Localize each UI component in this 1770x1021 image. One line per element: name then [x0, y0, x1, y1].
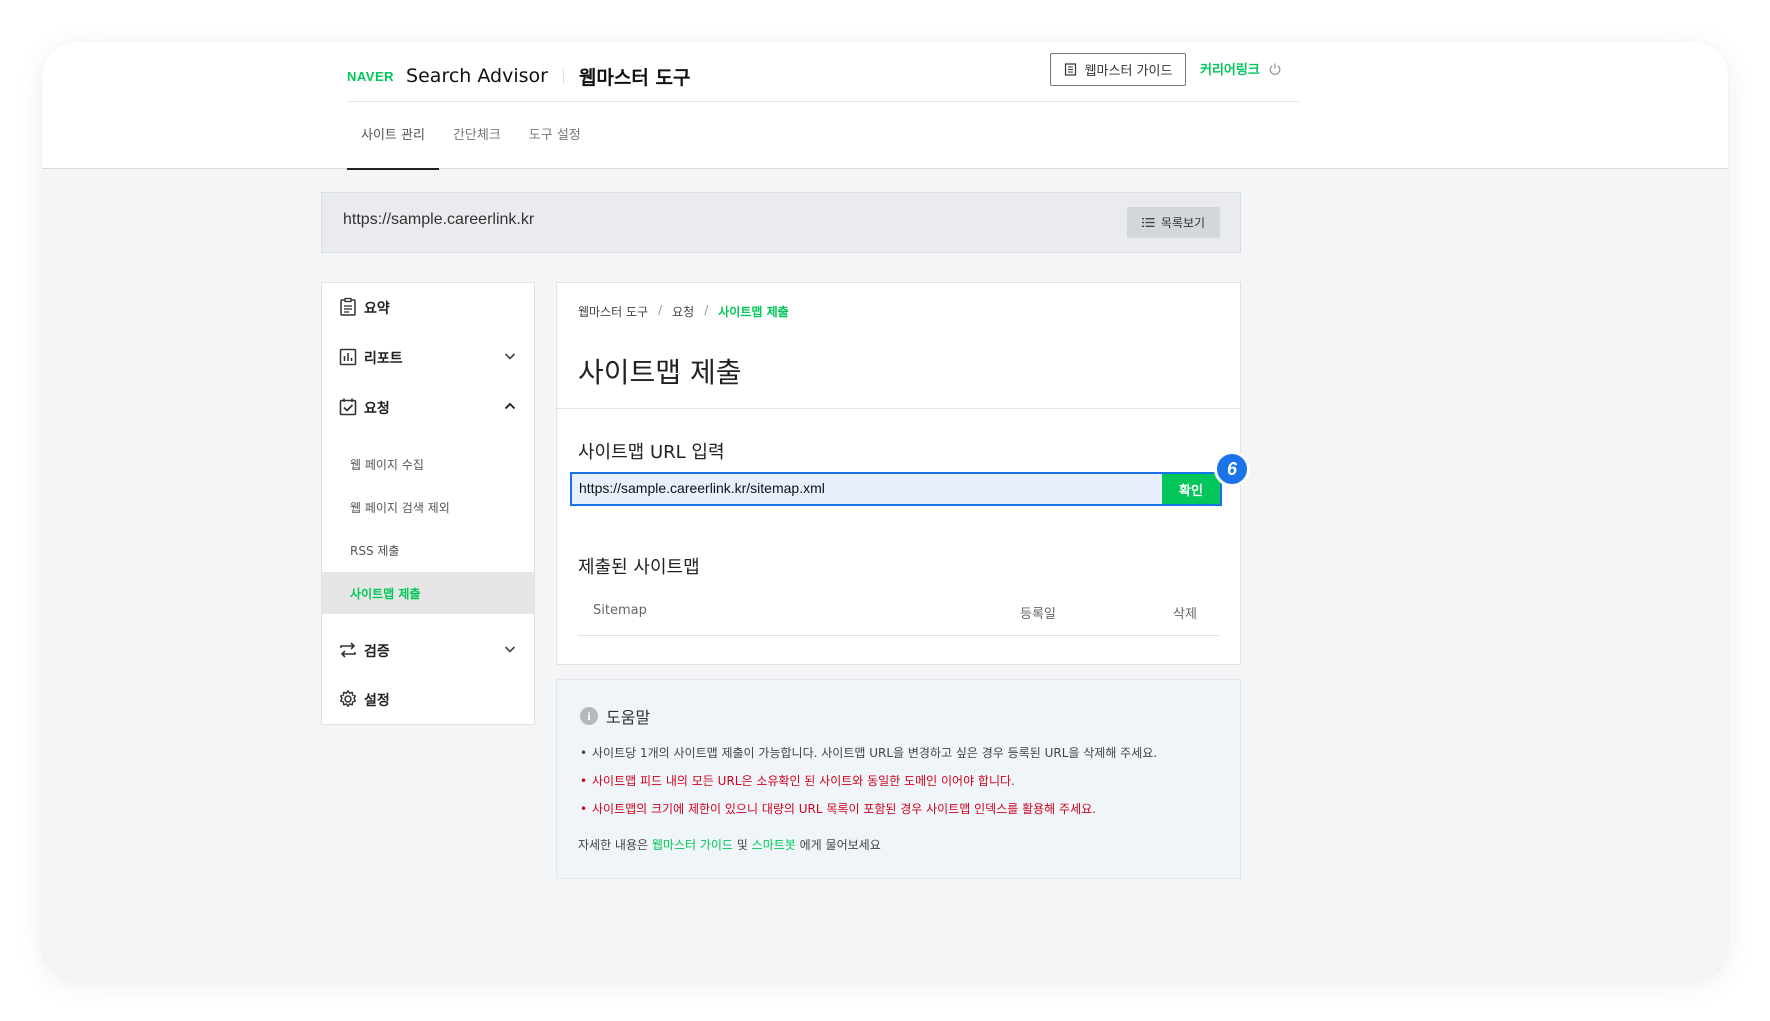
sidebar-item-label: 리포트	[364, 351, 403, 367]
sidebar-item-label: 요약	[364, 301, 390, 317]
help-title-label: 도움말	[606, 708, 651, 727]
sidebar-subitem-web-page-exclude[interactable]: 웹 페이지 검색 제외	[322, 486, 534, 528]
chevron-down-icon[interactable]	[502, 641, 518, 657]
help-panel: i 도움말 사이트당 1개의 사이트맵 제출이 가능합니다. 사이트맵 URL을…	[556, 679, 1241, 879]
help-item-warning: 사이트맵 피드 내의 모든 URL은 소유확인 된 사이트와 동일한 도메인 이…	[580, 771, 1157, 799]
confirm-button[interactable]: 확인	[1162, 474, 1220, 504]
sitemap-url-input[interactable]: https://sample.careerlink.kr/sitemap.xml…	[570, 472, 1222, 506]
column-header-sitemap: Sitemap	[593, 603, 647, 618]
top-navigation: NAVER Search Advisor 웹마스터 도구 웹마스터 가이드 커리…	[42, 42, 1728, 170]
tool-title: 웹마스터 도구	[578, 66, 691, 89]
sidebar-item-verify[interactable]: 검증	[322, 635, 534, 665]
list-button-label: 목록보기	[1160, 216, 1206, 230]
step-number-badge: 6	[1214, 451, 1250, 487]
sidebar-item-label: 요청	[364, 401, 390, 417]
title-divider	[562, 68, 564, 84]
sidebar-subitem-label: 웹 페이지 검색 제외	[350, 501, 450, 515]
app-window: NAVER Search Advisor 웹마스터 도구 웹마스터 가이드 커리…	[42, 42, 1728, 980]
help-more-info: 자세한 내용은 웹마스터 가이드 및 스마트봇 에게 물어보세요	[578, 836, 881, 853]
tab-quick-check[interactable]: 간단체크	[439, 102, 515, 169]
guide-button-label: 웹마스터 가이드	[1084, 64, 1173, 79]
webmaster-guide-button[interactable]: 웹마스터 가이드	[1050, 53, 1186, 86]
help-title: i 도움말	[580, 704, 650, 728]
sidebar-subitem-label: RSS 제출	[350, 544, 400, 558]
breadcrumb-current: 사이트맵 제출	[718, 305, 789, 319]
info-icon: i	[580, 707, 598, 725]
document-icon	[1064, 63, 1076, 76]
sidebar-subitem-rss-submit[interactable]: RSS 제출	[322, 529, 534, 571]
brand-logo[interactable]: NAVER Search Advisor 웹마스터 도구	[347, 56, 690, 96]
chevron-up-icon[interactable]	[502, 398, 518, 414]
tab-site-management[interactable]: 사이트 관리	[347, 102, 439, 170]
page-title: 사이트맵 제출	[578, 356, 742, 389]
repeat-icon	[340, 642, 356, 658]
help-list: 사이트당 1개의 사이트맵 제출이 가능합니다. 사이트맵 URL을 변경하고 …	[580, 743, 1157, 827]
column-header-registered-date: 등록일	[1020, 607, 1056, 622]
sidebar-item-settings[interactable]: 설정	[322, 684, 534, 714]
sidebar-subitem-sitemap-submit[interactable]: 사이트맵 제출	[322, 572, 534, 614]
breadcrumb-item[interactable]: 웹마스터 도구	[578, 303, 648, 320]
sidebar-item-request[interactable]: 요청	[322, 392, 534, 422]
breadcrumb-separator: /	[704, 303, 709, 317]
sitemap-url-section-title: 사이트맵 URL 입력	[578, 442, 725, 463]
help-item-warning: 사이트맵의 크기에 제한이 있으니 대량의 URL 목록이 포함된 경우 사이트…	[580, 799, 1157, 827]
product-name: Search Advisor	[406, 65, 548, 87]
bar-chart-icon	[339, 348, 357, 366]
breadcrumb-separator: /	[658, 303, 663, 317]
chevron-down-icon[interactable]	[502, 348, 518, 364]
user-menu[interactable]: 커리어링크	[1200, 59, 1282, 78]
breadcrumb-item[interactable]: 요청	[672, 303, 694, 320]
sidebar: 요약 리포트 요청 웹 페이지 수집 웹 페이지 검색 제외 RSS 제출 사이…	[321, 282, 535, 725]
help-more-suffix: 에게 물어보세요	[795, 838, 881, 852]
smartbot-link[interactable]: 스마트봇	[752, 838, 796, 852]
sidebar-item-label: 설정	[364, 693, 390, 709]
gear-icon	[340, 690, 356, 707]
breadcrumb: 웹마스터 도구 / 요청 / 사이트맵 제출	[578, 303, 789, 320]
tab-tool-settings[interactable]: 도구 설정	[515, 102, 595, 169]
site-url-bar: https://sample.careerlink.kr 목록보기	[321, 192, 1241, 253]
sidebar-item-label: 검증	[364, 644, 390, 660]
webmaster-guide-link[interactable]: 웹마스터 가이드	[652, 838, 733, 852]
help-item: 사이트당 1개의 사이트맵 제출이 가능합니다. 사이트맵 URL을 변경하고 …	[580, 743, 1157, 771]
user-name: 커리어링크	[1200, 63, 1260, 78]
checkbox-icon	[339, 398, 357, 416]
title-divider	[557, 408, 1240, 409]
column-header-delete: 삭제	[1173, 607, 1197, 622]
sidebar-subitem-label: 사이트맵 제출	[350, 587, 421, 601]
site-url: https://sample.careerlink.kr	[343, 211, 535, 228]
help-more-prefix: 자세한 내용은	[578, 838, 652, 852]
list-icon	[1141, 218, 1155, 227]
naver-logo: NAVER	[347, 68, 395, 84]
sidebar-item-summary[interactable]: 요약	[322, 292, 534, 322]
help-more-mid: 및	[732, 838, 752, 852]
sidebar-subitem-label: 웹 페이지 수집	[350, 458, 424, 472]
clipboard-icon	[340, 297, 356, 316]
sidebar-item-report[interactable]: 리포트	[322, 342, 534, 372]
sitemap-url-value: https://sample.careerlink.kr/sitemap.xml	[579, 480, 825, 496]
submitted-sitemap-section-title: 제출된 사이트맵	[578, 557, 700, 578]
main-tabs: 사이트 관리 간단체크 도구 설정	[347, 102, 595, 170]
power-icon[interactable]	[1268, 62, 1282, 76]
sidebar-subitem-web-page-collect[interactable]: 웹 페이지 수집	[322, 443, 534, 485]
sitemap-table-header: Sitemap 등록일 삭제	[578, 591, 1219, 636]
list-view-button[interactable]: 목록보기	[1127, 207, 1220, 238]
main-panel: 웹마스터 도구 / 요청 / 사이트맵 제출 사이트맵 제출 사이트맵 URL …	[556, 282, 1250, 665]
